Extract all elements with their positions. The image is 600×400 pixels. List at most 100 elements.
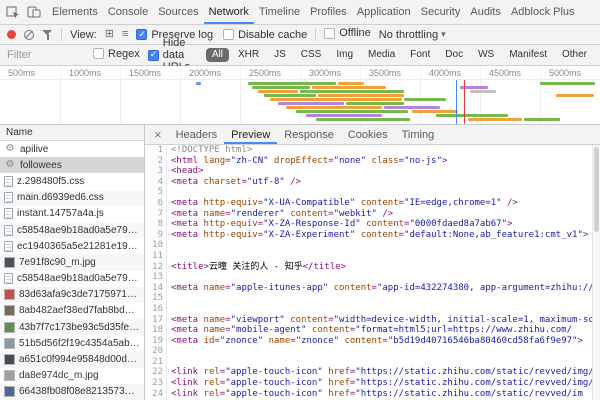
filter-pill-css[interactable]: CSS	[295, 48, 328, 62]
waterfall-bar	[346, 102, 404, 105]
request-row[interactable]: 7e91f8c90_m.jpg	[0, 254, 144, 270]
request-row[interactable]: ⚙followees	[0, 157, 144, 173]
checkbox-offline[interactable]: Offline	[324, 27, 371, 39]
main-tab-adblock-plus[interactable]: Adblock Plus	[506, 0, 580, 24]
network-overview-waterfall[interactable]	[0, 80, 600, 125]
checkbox-disable-cache[interactable]: Disable cache	[223, 29, 307, 41]
code-line: <meta name="mobile-agent" content="forma…	[171, 325, 592, 336]
name-column-header[interactable]: Name	[0, 125, 144, 141]
code-line: <meta id="znonce" name="znonce" content=…	[171, 336, 592, 347]
waterfall-bar	[252, 86, 310, 89]
devtools-window: ElementsConsoleSourcesNetworkTimelinePro…	[0, 0, 600, 400]
filter-pill-js[interactable]: JS	[268, 48, 292, 62]
checkbox-disable-cache-box[interactable]	[223, 29, 234, 40]
detail-tab-preview[interactable]: Preview	[224, 125, 277, 144]
scrollbar[interactable]	[592, 145, 600, 400]
request-row[interactable]: 8ab482aef38ed7fab8bd4314…	[0, 303, 144, 319]
checkbox-regex[interactable]: Regex	[93, 48, 140, 60]
filter-pill-other[interactable]: Other	[556, 48, 593, 62]
code-line: <meta name="viewport" content="width=dev…	[171, 315, 592, 326]
main-tabbar: ElementsConsoleSourcesNetworkTimelinePro…	[0, 0, 600, 25]
view-list-icon[interactable]: ≡	[122, 29, 128, 40]
css-file-icon	[4, 192, 13, 203]
code-line: <meta http-equiv="X-UA-Compatible" conte…	[171, 198, 592, 209]
code-line	[171, 304, 592, 315]
request-detail-panel: × HeadersPreviewResponseCookiesTiming 12…	[145, 125, 600, 400]
scrollbar-thumb[interactable]	[594, 147, 599, 232]
detail-tab-timing[interactable]: Timing	[395, 125, 442, 144]
waterfall-bar	[264, 94, 316, 97]
filter-pill-manifest[interactable]: Manifest	[503, 48, 553, 62]
waterfall-bar	[300, 90, 404, 93]
request-row[interactable]: instant.14757a4a.js	[0, 206, 144, 222]
xhr-gear-icon: ⚙	[4, 159, 16, 171]
request-row[interactable]: 66438fb08f08e82135737f0…	[0, 384, 144, 400]
request-row[interactable]: main.d6939ed6.css	[0, 190, 144, 206]
filter-input[interactable]	[7, 49, 85, 61]
request-row[interactable]: ec1940365a5e21281e19f05e…	[0, 238, 144, 254]
view-grid-icon[interactable]: ⊞	[105, 29, 114, 40]
detail-tab-cookies[interactable]: Cookies	[341, 125, 395, 144]
record-button[interactable]	[7, 30, 16, 39]
filter-pill-ws[interactable]: WS	[472, 48, 500, 62]
main-tab-elements[interactable]: Elements	[47, 0, 103, 24]
filter-toggle-icon[interactable]	[42, 30, 53, 40]
line-number: 9	[145, 230, 163, 241]
image-thumbnail-icon	[4, 354, 15, 365]
request-row[interactable]: 51b5d56f2f19c4354a5ab055…	[0, 335, 144, 351]
request-row[interactable]: 83d63afa9c3de71759718fe6a5…	[0, 287, 144, 303]
waterfall-bar	[278, 102, 344, 105]
request-name: 66438fb08f08e82135737f0…	[19, 386, 140, 397]
request-row[interactable]: c58548ae9b18ad0a5e79f64e8…	[0, 222, 144, 238]
image-thumbnail-icon	[4, 257, 15, 268]
checkbox-offline-box[interactable]	[324, 28, 335, 39]
waterfall-bar	[384, 106, 440, 109]
waterfall-bar	[316, 118, 410, 121]
main-tab-network[interactable]: Network	[204, 0, 254, 24]
clear-requests-icon[interactable]	[24, 30, 34, 40]
main-tab-sources[interactable]: Sources	[153, 0, 203, 24]
waterfall-bar	[524, 118, 560, 121]
request-row[interactable]: c58548ae9b18ad0a5e79f64e8…	[0, 271, 144, 287]
inspect-element-icon[interactable]	[6, 6, 20, 19]
request-row[interactable]: 43b7f7c173be93c5d35fe42c…	[0, 319, 144, 335]
line-number: 14	[145, 283, 163, 294]
main-tab-console[interactable]: Console	[103, 0, 153, 24]
line-number: 16	[145, 304, 163, 315]
line-number: 13	[145, 272, 163, 283]
close-icon[interactable]: ×	[147, 125, 169, 144]
throttling-dropdown[interactable]: No throttling ▾	[379, 29, 446, 41]
main-tab-timeline[interactable]: Timeline	[254, 0, 305, 24]
filter-pill-media[interactable]: Media	[362, 48, 401, 62]
main-tab-application[interactable]: Application	[352, 0, 416, 24]
filter-pill-img[interactable]: Img	[330, 48, 359, 62]
request-row[interactable]: z.298480f5.css	[0, 173, 144, 189]
image-thumbnail-icon	[4, 386, 15, 397]
filter-pill-font[interactable]: Font	[404, 48, 436, 62]
main-tab-profiles[interactable]: Profiles	[305, 0, 352, 24]
main-tab-audits[interactable]: Audits	[465, 0, 506, 24]
filter-pill-xhr[interactable]: XHR	[232, 48, 265, 62]
checkbox-preserve-log-box[interactable]	[136, 29, 147, 40]
request-row[interactable]: da8e974dc_m.jpg	[0, 368, 144, 384]
checkbox-disable-cache-label: Disable cache	[238, 29, 307, 41]
toolbar-divider	[61, 28, 62, 41]
device-toolbar-icon[interactable]	[27, 6, 41, 18]
filter-pill-doc[interactable]: Doc	[439, 48, 469, 62]
checkbox-hide-data-urls-box[interactable]	[148, 50, 159, 61]
request-row[interactable]: a651c0f994e95848d00dda09…	[0, 351, 144, 367]
filter-bar: Regex Hide data URLs AllXHRJSCSSImgMedia…	[0, 45, 600, 66]
request-name: da8e974dc_m.jpg	[19, 370, 99, 381]
line-number: 19	[145, 336, 163, 347]
detail-tab-headers[interactable]: Headers	[169, 125, 225, 144]
ruler-tick: 2000ms	[180, 66, 240, 79]
request-row[interactable]: ⚙apilive	[0, 141, 144, 157]
line-number: 22	[145, 367, 163, 378]
line-number: 2	[145, 156, 163, 167]
main-tab-security[interactable]: Security	[416, 0, 466, 24]
filter-pill-all[interactable]: All	[206, 48, 229, 62]
checkbox-regex-box[interactable]	[93, 48, 104, 59]
line-number-gutter: 123456789101112131415161718192021222324	[145, 145, 167, 400]
code-line: <html lang="zh-CN" dropEffect="none" cla…	[171, 156, 592, 167]
detail-tab-response[interactable]: Response	[277, 125, 341, 144]
